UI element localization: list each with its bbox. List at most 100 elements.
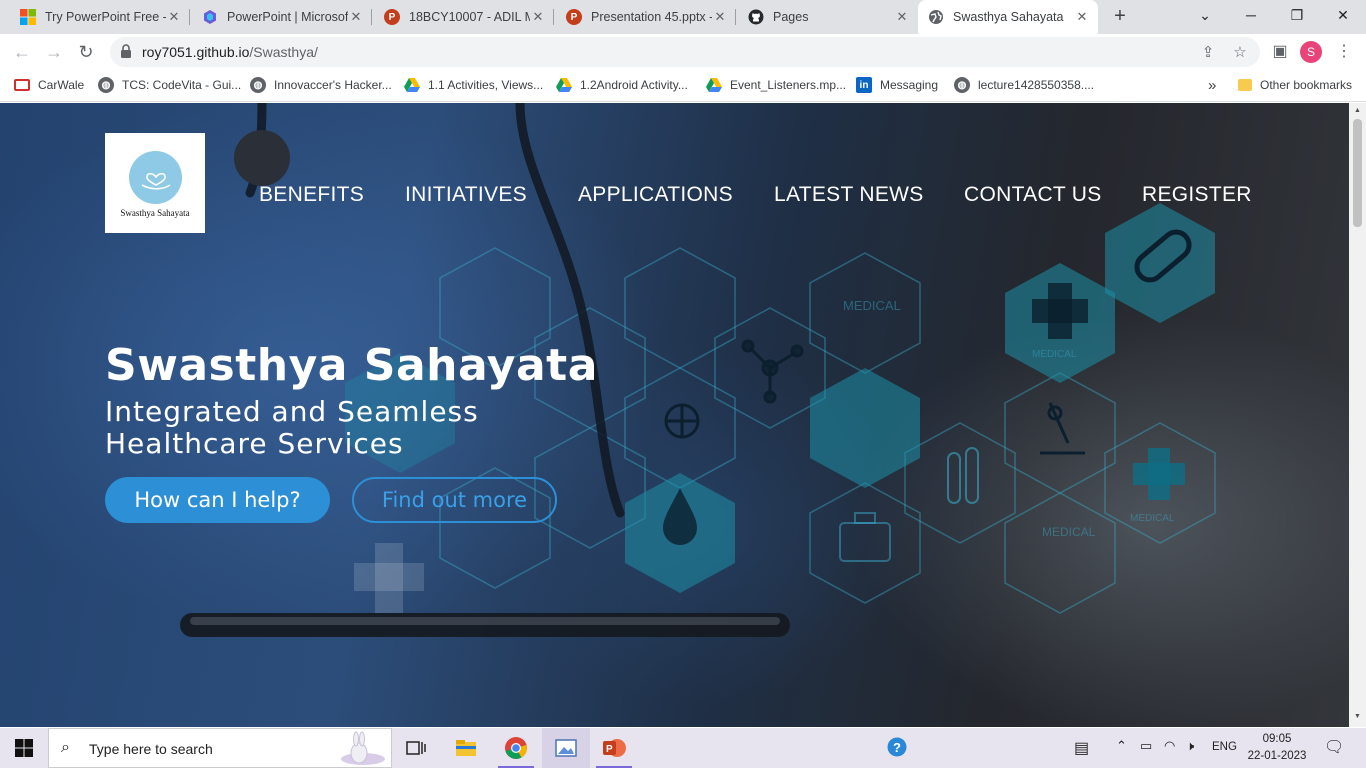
share-icon[interactable]: ⇪ — [1198, 43, 1218, 63]
close-tab-icon[interactable]: ✕ — [348, 9, 364, 25]
clock-time: 09:05 — [1262, 733, 1292, 745]
taskbar-clock[interactable]: 09:05 22-01-2023 — [1240, 731, 1314, 765]
restore-button[interactable]: ❐ — [1274, 0, 1320, 30]
close-tab-icon[interactable]: ✕ — [166, 9, 182, 25]
medical-label: MEDICAL — [1032, 349, 1077, 360]
bookmark-activities-views[interactable]: 1.1 Activities, Views... — [404, 70, 543, 100]
new-tab-button[interactable]: + — [1108, 5, 1132, 29]
task-view-button[interactable] — [392, 728, 440, 768]
image-viewer-icon — [555, 739, 577, 757]
scroll-down-arrow-icon[interactable]: ▼ — [1353, 713, 1362, 720]
scroll-up-arrow-icon[interactable]: ▲ — [1353, 107, 1362, 114]
hero-section: MEDICAL MEDICAL MEDICAL MEDICAL Swasthya… — [0, 103, 1349, 727]
bookmark-event-listeners[interactable]: Event_Listeners.mp... — [706, 70, 846, 100]
bookmark-messaging[interactable]: in Messaging — [856, 70, 938, 100]
close-tab-icon[interactable]: ✕ — [1074, 9, 1090, 25]
close-tab-icon[interactable]: ✕ — [712, 9, 728, 25]
close-tab-icon[interactable]: ✕ — [894, 9, 910, 25]
tab-pages[interactable]: Pages ✕ — [738, 0, 918, 34]
wifi-icon[interactable]: ◠ — [1164, 738, 1175, 754]
news-widget-icon[interactable]: ▤ — [1074, 738, 1089, 758]
tab-title: 18BCY10007 - ADIL M — [409, 10, 530, 24]
svg-text:P: P — [606, 744, 613, 755]
task-view-icon — [406, 741, 426, 755]
svg-text:?: ? — [893, 740, 901, 755]
nav-applications[interactable]: APPLICATIONS — [578, 183, 733, 207]
find-out-more-button[interactable]: Find out more — [352, 477, 557, 523]
bookmark-android-activity[interactable]: 1.2Android Activity... — [556, 70, 688, 100]
chrome-menu-button[interactable]: ⋮ — [1330, 38, 1358, 66]
tab-powerpoint-microsoft[interactable]: PowerPoint | Microsoft 3 ✕ — [192, 0, 372, 34]
scrollbar-thumb[interactable] — [1353, 119, 1362, 227]
close-tab-icon[interactable]: ✕ — [530, 9, 546, 25]
bookmarks-overflow-button[interactable]: » — [1208, 70, 1216, 100]
forward-button[interactable]: → — [40, 38, 68, 66]
hero-subtitle-line2: Healthcare Services — [105, 427, 404, 460]
windows-taskbar: ⌕ Type here to search P ? ▤ ⌃ ▭ ◠ 🕨 ENG … — [0, 728, 1366, 768]
search-icon: ⌕ — [61, 739, 70, 756]
nav-contact-us[interactable]: CONTACT US — [964, 183, 1102, 207]
side-panel-button[interactable]: ▣ — [1266, 38, 1294, 66]
notifications-icon[interactable]: 🗨 — [1324, 737, 1344, 757]
tab-search-button[interactable]: ⌄ — [1182, 0, 1228, 30]
start-button[interactable] — [0, 728, 48, 768]
close-icon: ✕ — [1337, 7, 1349, 23]
nav-benefits[interactable]: BENEFITS — [259, 183, 364, 207]
back-arrow-icon: ← — [13, 42, 31, 62]
github-icon — [748, 9, 764, 25]
site-logo[interactable]: Swasthya Sahayata — [105, 133, 205, 233]
bookmark-label: Innovaccer's Hacker... — [274, 78, 392, 92]
url-text: roy7051.github.io/Swasthya/ — [142, 44, 318, 60]
windows-logo-icon — [15, 739, 33, 757]
tab-swasthya-sahayata[interactable]: Swasthya Sahayata ✕ — [918, 0, 1098, 34]
powerpoint-taskbar-button[interactable]: P — [590, 728, 638, 768]
globe-icon: ◍ — [98, 77, 114, 93]
taskbar-search-box[interactable]: ⌕ Type here to search — [48, 728, 392, 768]
reload-button[interactable]: ↻ — [72, 38, 100, 66]
language-indicator[interactable]: ENG — [1212, 741, 1237, 753]
nav-register[interactable]: REGISTER — [1142, 183, 1252, 207]
side-panel-icon: ▣ — [1272, 43, 1288, 60]
show-hidden-icons-chevron-icon[interactable]: ⌃ — [1116, 738, 1127, 754]
tab-title: Pages — [773, 10, 809, 24]
photos-app-button[interactable] — [542, 728, 590, 768]
help-icon[interactable]: ? — [886, 736, 908, 761]
bookmark-lecture[interactable]: ◍ lecture1428550358.... — [954, 70, 1094, 100]
page-scrollbar[interactable]: ▲ ▼ — [1349, 103, 1366, 727]
battery-icon[interactable]: ▭ — [1140, 738, 1152, 754]
more-vert-icon: ⋮ — [1336, 43, 1352, 60]
hero-title: Swasthya Sahayata — [105, 340, 598, 391]
minimize-button[interactable]: ─ — [1228, 0, 1274, 30]
address-bar[interactable]: roy7051.github.io/Swasthya/ ⇪ ☆ — [110, 37, 1260, 67]
minimize-icon: ─ — [1246, 7, 1256, 23]
bookmark-codevita[interactable]: ◍ TCS: CodeVita - Gui... — [98, 70, 241, 100]
back-button[interactable]: ← — [8, 38, 36, 66]
globe-icon: ◍ — [954, 77, 970, 93]
bookmark-innovaccer[interactable]: ◍ Innovaccer's Hacker... — [250, 70, 392, 100]
bookmark-label: 1.2Android Activity... — [580, 78, 688, 92]
drive-icon — [556, 77, 572, 93]
chrome-taskbar-button[interactable] — [492, 728, 540, 768]
file-explorer-button[interactable] — [442, 728, 490, 768]
bookmark-star-icon[interactable]: ☆ — [1230, 43, 1250, 63]
chevron-down-icon: ⌄ — [1199, 7, 1211, 23]
microscope-icon — [1040, 402, 1085, 455]
nav-initiatives[interactable]: INITIATIVES — [405, 183, 527, 207]
bookmark-carwale[interactable]: CarWale — [14, 70, 84, 100]
powerpoint-icon: P — [603, 739, 626, 757]
plus-shape-decoration — [354, 543, 424, 613]
other-bookmarks-folder[interactable]: Other bookmarks — [1238, 70, 1352, 100]
toolbar: ← → ↻ roy7051.github.io/Swasthya/ ⇪ ☆ ▣ … — [0, 34, 1366, 70]
folder-icon — [1238, 79, 1252, 91]
tab-18bcy10007[interactable]: P 18BCY10007 - ADIL M ✕ — [374, 0, 554, 34]
profile-avatar[interactable]: S — [1300, 41, 1322, 63]
wheelchair-icon — [664, 403, 700, 439]
medical-label: MEDICAL — [843, 298, 901, 313]
nav-latest-news[interactable]: LATEST NEWS — [774, 183, 924, 207]
tab-try-powerpoint[interactable]: Try PowerPoint Free - Sl ✕ — [10, 0, 190, 34]
tab-title: Try PowerPoint Free - Sl — [45, 10, 166, 24]
how-can-i-help-button[interactable]: How can I help? — [105, 477, 330, 523]
tab-presentation-45[interactable]: P Presentation 45.pptx - ✕ — [556, 0, 736, 34]
volume-icon[interactable]: 🕨 — [1186, 738, 1194, 754]
close-window-button[interactable]: ✕ — [1320, 0, 1366, 30]
